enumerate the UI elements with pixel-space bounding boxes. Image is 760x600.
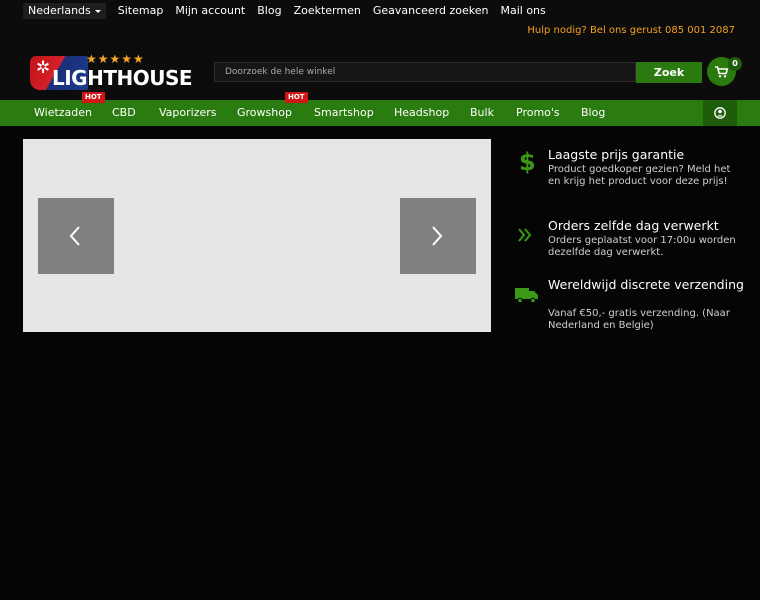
nav-item-vaporizers[interactable]: Vaporizers [159,100,217,126]
search-input[interactable]: Doorzoek de hele winkel [214,62,636,82]
nav-item-growshop[interactable]: Growshop [237,100,292,126]
nav-item-promos[interactable]: Promo's [516,100,560,126]
nav-item-cbd[interactable]: CBD [112,100,136,126]
nav-item-smartshop[interactable]: Smartshop [314,100,374,126]
hot-badge: HOT [82,92,105,103]
top-link-advanced-search[interactable]: Geavanceerd zoeken [373,3,489,19]
svg-text:$: $ [519,148,536,176]
nav-item-label: Wietzaden [34,106,93,119]
cart-icon [715,66,728,78]
top-bar: Nederlands Sitemap Mijn account Blog Zoe… [0,0,760,46]
nav-item-label: Growshop [237,106,292,119]
nav-item-label: Bulk [470,106,494,119]
nav-item-wietzaden[interactable]: Wietzaden [34,100,92,126]
header: ✲ ★★★★★ LIGHTHOUSE Doorzoek de hele wink… [0,46,760,100]
nav-item-label: CBD [112,106,136,119]
usp-description: Product goedkoper gezien? Meld het en kr… [548,164,731,187]
top-link-sitemap[interactable]: Sitemap [118,3,164,19]
usp-same-day: Orders zelfde dag verwerkt Orders geplaa… [513,219,743,263]
logo-glyph-icon: ✲ [36,58,51,78]
image-slider [23,139,491,332]
main-navigation: Wietzaden HOT CBD Vaporizers Growshop HO… [0,92,760,126]
account-button[interactable] [703,100,737,126]
nav-item-bulk[interactable]: Bulk [470,100,494,126]
slider-prev-button[interactable] [38,198,114,274]
top-link-blog[interactable]: Blog [257,3,281,19]
cart-count-badge: 0 [728,57,742,71]
logo-stars: ★★★★★ [86,52,145,66]
top-navigation: Nederlands Sitemap Mijn account Blog Zoe… [23,3,546,19]
helpline-text: Hulp nodig? Bel ons gerust 085 001 2087 [527,25,735,36]
top-link-account[interactable]: Mijn account [175,3,245,19]
language-label: Nederlands [28,4,91,17]
nav-item-headshop[interactable]: Headshop [394,100,449,126]
usp-description: Vanaf €50,- gratis verzending. (Naar Ned… [548,308,730,331]
hot-badge: HOT [285,92,308,103]
usp-description: Orders geplaatst voor 17:00u worden deze… [548,235,736,258]
nav-item-label: Smartshop [314,106,374,119]
usp-title: Laagste prijs garantie [548,147,685,162]
nav-item-label: Headshop [394,106,450,119]
nav-item-label: Vaporizers [159,106,217,119]
top-link-search-terms[interactable]: Zoektermen [294,3,361,19]
chevron-left-icon [69,226,80,246]
user-circle-icon [714,107,726,119]
language-selector[interactable]: Nederlands [23,3,106,19]
dollar-icon: $ [519,148,536,176]
logo-text: LIGHTHOUSE [52,66,193,90]
chevron-right-icon [432,226,443,246]
usp-title: Wereldwijd discrete verzending [548,277,744,292]
usp-title: Orders zelfde dag verwerkt [548,218,719,233]
nav-item-blog[interactable]: Blog [581,100,605,126]
logo[interactable]: ✲ ★★★★★ LIGHTHOUSE [30,52,193,90]
slider-next-button[interactable] [400,198,476,274]
nav-item-label: Promo's [516,106,560,119]
nav-item-label: Blog [581,106,606,119]
usp-shipping: Wereldwijd discrete verzending Vanaf €50… [513,278,744,334]
truck-icon [515,288,538,304]
usp-lowest-price: $ Laagste prijs garantie Product goedkop… [513,148,743,204]
search-button[interactable]: Zoek [636,62,702,83]
double-chevron-icon [518,228,532,242]
caret-down-icon [94,9,101,13]
top-link-mail[interactable]: Mail ons [500,3,545,19]
